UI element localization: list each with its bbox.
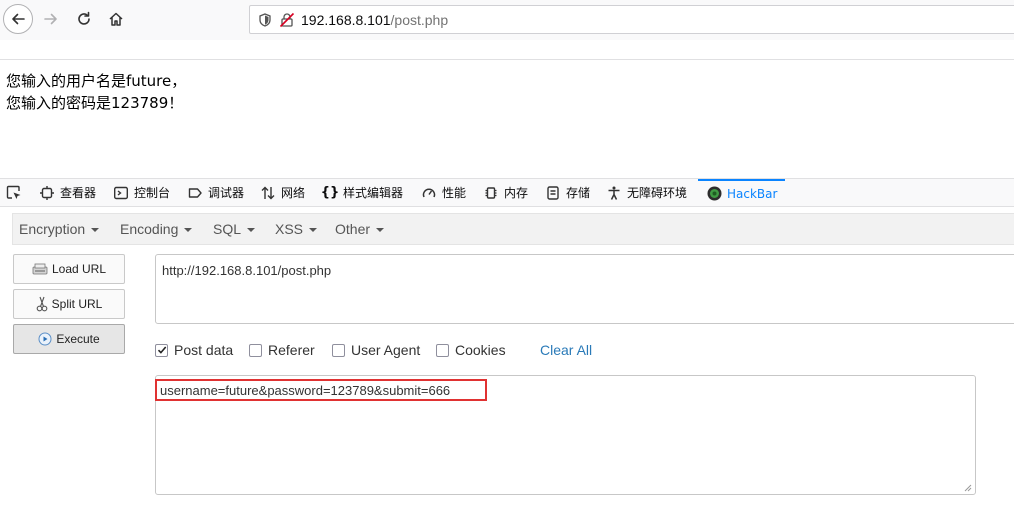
tab-network[interactable]: 网络 xyxy=(260,179,305,206)
user-agent-label: User Agent xyxy=(351,342,421,358)
element-picker-icon[interactable] xyxy=(6,185,22,201)
tab-performance[interactable]: 性能 xyxy=(421,179,466,206)
username-output: 您输入的用户名是future， xyxy=(6,72,187,90)
referer-label: Referer xyxy=(268,342,315,358)
post-data-label: Post data xyxy=(174,342,234,358)
menu-encryption[interactable]: Encryption xyxy=(19,214,100,244)
cookies-label: Cookies xyxy=(455,342,506,358)
load-url-button[interactable]: Load URL xyxy=(13,254,125,284)
split-url-label: Split URL xyxy=(51,297,103,311)
checkmark-icon xyxy=(157,346,166,354)
url-textarea[interactable]: http://192.168.8.101/post.php xyxy=(155,254,1014,324)
menu-label: Encryption xyxy=(19,221,86,237)
home-icon xyxy=(109,12,123,26)
tab-debugger[interactable]: 调试器 xyxy=(187,179,244,206)
browser-toolbar: 192.168.8.101/post.php xyxy=(0,0,1014,40)
tab-inspector[interactable]: 查看器 xyxy=(39,179,96,206)
tab-label: 无障碍环境 xyxy=(627,186,688,200)
split-url-button[interactable]: Split URL xyxy=(13,289,125,319)
style-editor-icon: {} xyxy=(320,185,340,200)
user-agent-option[interactable]: User Agent xyxy=(332,342,420,358)
chevron-down-icon xyxy=(309,228,318,233)
cookies-checkbox[interactable] xyxy=(436,343,449,357)
resize-grip-icon[interactable] xyxy=(963,483,972,492)
tab-accessibility[interactable]: 无障碍环境 xyxy=(606,179,687,206)
accessibility-icon xyxy=(606,185,622,201)
hackbar-icon xyxy=(706,186,722,202)
tab-label: 性能 xyxy=(442,186,467,200)
post-data-value: username=future&password=123789&submit=6… xyxy=(160,383,451,398)
menu-label: Other xyxy=(335,221,371,237)
chevron-down-icon xyxy=(376,228,385,233)
referer-checkbox[interactable] xyxy=(249,343,262,357)
console-icon xyxy=(113,185,129,201)
password-output: 您输入的密码是123789！ xyxy=(6,94,184,112)
user-agent-checkbox[interactable] xyxy=(332,343,345,357)
tab-label: 查看器 xyxy=(60,186,97,200)
post-data-checkbox[interactable] xyxy=(155,343,168,357)
debugger-icon xyxy=(187,185,203,201)
tab-label: HackBar xyxy=(727,186,778,201)
tab-console[interactable]: 控制台 xyxy=(113,179,170,206)
menu-label: Encoding xyxy=(120,221,179,237)
inspector-icon xyxy=(39,185,55,201)
url-text: 192.168.8.101/post.php xyxy=(301,12,448,28)
url-path: /post.php xyxy=(390,11,449,28)
forward-arrow-icon xyxy=(44,13,57,25)
url-host: 192.168.8.101 xyxy=(301,11,391,28)
tab-label: 网络 xyxy=(281,186,306,200)
menu-label: XSS xyxy=(275,221,304,237)
menu-encoding[interactable]: Encoding xyxy=(120,214,193,244)
load-url-icon xyxy=(32,263,48,275)
tab-style-editor[interactable]: {} 样式编辑器 xyxy=(320,179,404,206)
menu-label: SQL xyxy=(213,221,242,237)
tab-label: 存储 xyxy=(566,186,591,200)
back-arrow-icon xyxy=(12,13,25,25)
chevron-down-icon xyxy=(91,228,100,233)
menu-other[interactable]: Other xyxy=(335,214,385,244)
tab-label: 调试器 xyxy=(208,186,245,200)
tab-label: 控制台 xyxy=(134,186,171,200)
clear-all-link[interactable]: Clear All xyxy=(540,342,592,358)
tab-storage[interactable]: 存储 xyxy=(545,179,590,206)
scissors-icon xyxy=(36,296,48,312)
play-icon xyxy=(38,332,52,346)
memory-icon xyxy=(483,185,499,201)
reload-icon xyxy=(78,11,90,25)
toolbar-divider xyxy=(0,59,1014,60)
storage-icon xyxy=(545,185,561,201)
tab-memory[interactable]: 内存 xyxy=(483,179,528,206)
address-bar[interactable]: 192.168.8.101/post.php xyxy=(249,5,1014,34)
tab-label: 内存 xyxy=(504,186,529,200)
performance-icon xyxy=(421,185,437,201)
post-data-option[interactable]: Post data xyxy=(155,342,233,358)
chevron-down-icon xyxy=(247,228,256,233)
insecure-lock-icon[interactable] xyxy=(279,12,295,28)
tab-label: 样式编辑器 xyxy=(343,186,404,200)
tab-hackbar[interactable]: HackBar xyxy=(698,179,786,206)
reload-button[interactable] xyxy=(69,4,99,34)
menu-sql[interactable]: SQL xyxy=(213,214,256,244)
load-url-label: Load URL xyxy=(51,262,107,276)
back-button[interactable] xyxy=(3,4,33,34)
network-icon xyxy=(260,185,276,201)
devtools-tab-bar: 查看器 控制台 调试器 网络 {} 样式编辑器 性能 内存 存储 无障碍环境 H… xyxy=(0,178,1014,207)
forward-button[interactable] xyxy=(36,4,66,34)
menu-xss[interactable]: XSS xyxy=(275,214,318,244)
execute-label: Execute xyxy=(56,332,100,346)
tracking-shield-icon[interactable] xyxy=(258,12,272,27)
execute-button[interactable]: Execute xyxy=(13,324,125,354)
hackbar-menu-bar: Encryption Encoding SQL XSS Other xyxy=(12,213,1014,245)
referer-option[interactable]: Referer xyxy=(249,342,315,358)
chevron-down-icon xyxy=(184,228,193,233)
home-button[interactable] xyxy=(101,4,131,34)
cookies-option[interactable]: Cookies xyxy=(436,342,506,358)
